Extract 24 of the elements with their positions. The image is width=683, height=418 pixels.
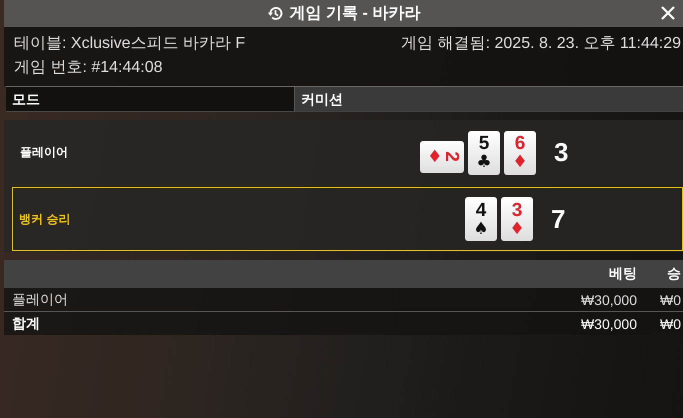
history-icon <box>266 5 284 22</box>
table-cell-text: 합계 <box>11 314 41 332</box>
column-header: 승 <box>666 265 682 283</box>
resolved-time: 게임 해결됨: 2025. 8. 23. 오후 11:44:29 <box>401 34 681 54</box>
game-number: 게임 번호: #14:44:08 <box>14 58 164 78</box>
playing-card: 2 ♦ <box>420 140 464 172</box>
hand-score: 3 <box>553 137 570 168</box>
table-cell-text: 플레이어 <box>11 290 69 308</box>
column-header: 커미션 <box>295 87 683 111</box>
hand-label: 플레이어 <box>19 144 69 161</box>
table-cell-text: ₩0 <box>659 292 682 308</box>
column-header: 모드 <box>6 87 295 111</box>
table-cell-text: ₩30,000 <box>580 292 637 308</box>
playing-card: 4 ♠ <box>465 197 497 241</box>
table-cell-text: ₩0 <box>659 316 682 332</box>
playing-card: 5 ♣ <box>468 130 500 174</box>
playing-card: 3 ♦ <box>501 197 533 241</box>
column-header: 베팅 <box>608 265 637 283</box>
playing-card: 6 ♦ <box>504 130 536 174</box>
hand-label: 뱅커 승리 <box>18 210 72 228</box>
window-title: 게임 기록 - 바카라 <box>290 4 420 24</box>
table-cell-text: ₩30,000 <box>580 316 637 332</box>
table-name: 테이블: Xclusive스피드 바카라 F <box>14 34 246 54</box>
hand-score: 7 <box>550 204 566 234</box>
